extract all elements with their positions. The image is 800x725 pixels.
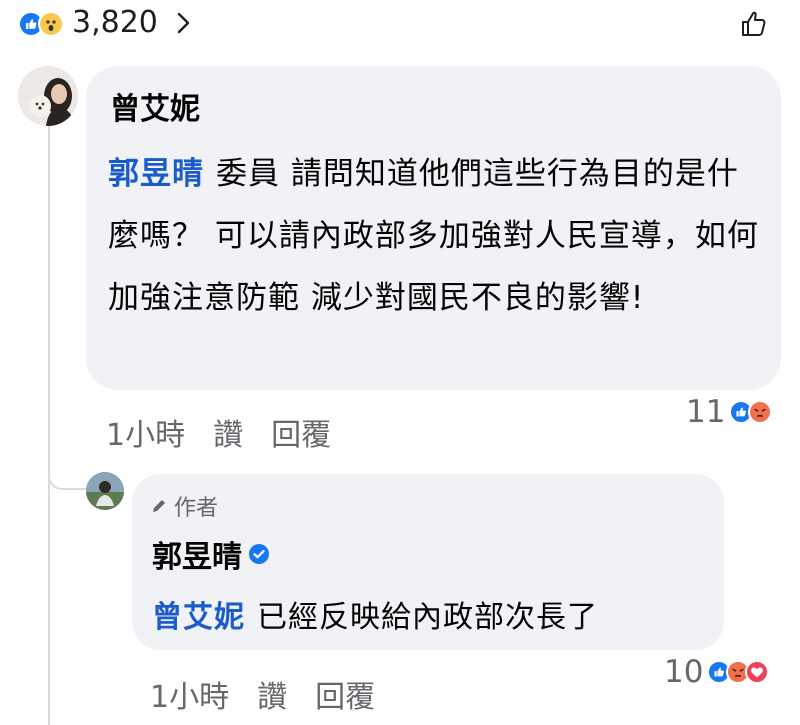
- reply-button[interactable]: 回覆: [271, 410, 331, 454]
- pencil-icon: [153, 500, 165, 512]
- verified-icon: [249, 544, 269, 564]
- love-icon: [745, 660, 770, 684]
- reaction-summary[interactable]: [18, 9, 64, 39]
- reply-button[interactable]: 回覆: [315, 672, 375, 716]
- comment-author[interactable]: 曾艾妮: [110, 84, 200, 128]
- author-badge: 作者: [150, 490, 218, 522]
- comment-text: 郭昱晴 委員 請問知道他們這些行為目的是什麼嗎？ 可以請內政部多加強對人民宣導，如…: [108, 143, 768, 329]
- author-badge-label: 作者: [174, 496, 219, 521]
- like-button-icon[interactable]: [738, 8, 770, 40]
- comment-time[interactable]: 1小時: [106, 410, 185, 454]
- chevron-right-icon[interactable]: [174, 10, 192, 36]
- reaction-count: 10: [664, 654, 704, 690]
- reply-author-name[interactable]: 郭昱晴: [152, 532, 242, 576]
- wow-icon: [38, 11, 64, 37]
- reply-reactions[interactable]: 10: [664, 654, 770, 690]
- avatar[interactable]: [18, 66, 78, 126]
- like-button[interactable]: 讚: [257, 672, 287, 716]
- reply-time[interactable]: 1小時: [150, 672, 229, 716]
- reaction-count: 11: [686, 394, 726, 430]
- reply-text: 曾艾妮 已經反映給內政部次長了: [152, 592, 598, 636]
- comment-reactions[interactable]: 11: [686, 394, 773, 430]
- angry-icon: [748, 400, 773, 424]
- mention-link[interactable]: 曾艾妮: [152, 600, 245, 635]
- thread-line: [48, 126, 50, 725]
- comment-body: 委員 請問知道他們這些行為目的是什麼嗎？ 可以請內政部多加強對人民宣導，如何加強…: [108, 156, 759, 316]
- comment-actions: 1小時 讚 回覆: [106, 410, 359, 454]
- reply-body: 已經反映給內政部次長了: [257, 600, 598, 635]
- avatar[interactable]: [86, 472, 124, 510]
- reply-author[interactable]: 郭昱晴: [152, 532, 270, 576]
- reply-connector: [48, 452, 88, 490]
- reply-actions: 1小時 讚 回覆: [150, 672, 403, 716]
- mention-link[interactable]: 郭昱晴: [108, 156, 204, 192]
- reaction-count[interactable]: 3,820: [72, 5, 158, 40]
- like-button[interactable]: 讚: [213, 410, 243, 454]
